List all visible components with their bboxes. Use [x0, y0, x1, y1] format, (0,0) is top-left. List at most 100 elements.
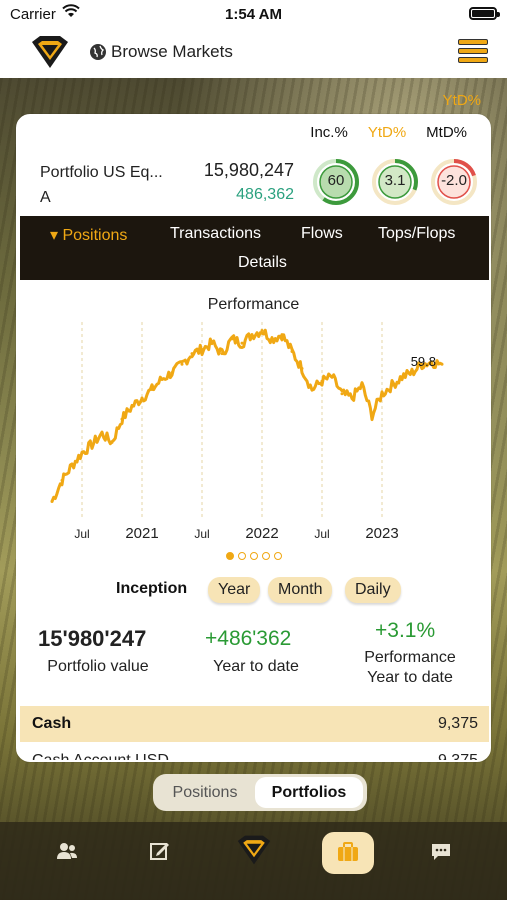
data-point [350, 396, 354, 400]
data-point [440, 362, 444, 366]
tab-positions[interactable]: ▾ Positions [50, 225, 127, 245]
tab-inception-pct[interactable]: Inc.% [300, 124, 358, 141]
summary-ytd-change: +486'362 [205, 627, 292, 650]
edit-icon[interactable] [150, 841, 170, 861]
app-logo-icon[interactable] [28, 32, 72, 72]
portfolio-card: Inc.% YtD% MtD% Portfolio US Eq... A 15,… [16, 114, 491, 762]
range-month[interactable]: Month [268, 577, 333, 603]
portfolio-value: 15,980,247 [203, 160, 294, 180]
tab-positions-label: Positions [62, 227, 128, 244]
status-bar: Carrier 1:54 AM [0, 0, 507, 30]
data-point [320, 379, 324, 383]
gauge-inception-value: 60 [327, 172, 345, 189]
x-tick-label: Jul [74, 527, 89, 541]
clock: 1:54 AM [225, 6, 282, 23]
data-point [220, 352, 224, 356]
pager-dot[interactable] [225, 552, 234, 560]
pager-dot[interactable] [249, 552, 258, 560]
tab-ytd-pct[interactable]: YtD% [358, 124, 416, 141]
segment-portfolios[interactable]: Portfolios [255, 777, 363, 808]
x-tick-label: 2022 [245, 525, 278, 542]
gauge-inception[interactable]: 60 [312, 158, 360, 206]
pager-dot[interactable] [273, 552, 282, 560]
data-point [400, 375, 404, 379]
data-point [80, 451, 84, 455]
summary-performance-label: Performance Year to date [340, 648, 480, 688]
people-icon[interactable] [56, 842, 78, 860]
data-point [310, 388, 314, 392]
home-logo-icon[interactable] [234, 832, 274, 868]
data-point [360, 383, 364, 387]
section-tabs: ▾ Positions Transactions Flows Tops/Flop… [20, 216, 489, 280]
tab-flows[interactable]: Flows [301, 225, 343, 243]
range-year[interactable]: Year [208, 577, 261, 603]
data-point [60, 478, 64, 482]
data-point [300, 366, 304, 370]
data-point [140, 396, 144, 400]
caret-down-icon: ▾ [50, 227, 59, 244]
battery-icon [469, 7, 500, 20]
gauge-mtd-value: -2.0 [441, 172, 467, 189]
globe-icon[interactable] [89, 43, 107, 61]
tab-portfolios-active[interactable] [322, 832, 374, 874]
data-point [410, 371, 414, 375]
range-daily[interactable]: Daily [345, 577, 401, 603]
summary-portfolio-value: 15'980'247 [38, 626, 147, 651]
portfolio-name[interactable]: Portfolio US Eq... A [40, 160, 190, 210]
data-point [340, 392, 344, 396]
tab-details[interactable]: Details [238, 254, 287, 272]
data-point [50, 499, 54, 503]
chart-pager [18, 552, 489, 560]
last-value-label: 59.8 [411, 354, 436, 369]
summary-performance-label-line2: Year to date [367, 669, 453, 686]
chat-icon[interactable] [430, 842, 452, 862]
pager-dot[interactable] [237, 552, 246, 560]
gauge-mtd[interactable]: -2.0 [430, 158, 478, 206]
browse-markets-link[interactable]: Browse Markets [111, 42, 233, 62]
performance-chart[interactable]: Jul 2021 Jul 2022 Jul 2023 59.8 [32, 312, 482, 548]
positions-portfolios-toggle: Positions Portfolios [153, 774, 367, 811]
bottom-tab-bar [0, 822, 507, 900]
row-label: Cash [32, 715, 72, 732]
data-point [110, 440, 114, 444]
data-point [130, 404, 134, 408]
gauge-ytd-value: 3.1 [384, 172, 406, 189]
data-point [230, 337, 234, 341]
summary-portfolio-value-label: Portfolio value [47, 658, 149, 675]
data-point [150, 388, 154, 392]
pager-dot[interactable] [261, 552, 270, 560]
data-point [200, 347, 204, 351]
period-tabs: Inc.% YtD% MtD% [300, 124, 477, 141]
data-point [90, 442, 94, 446]
portfolio-name-line1: Portfolio US Eq... [40, 164, 163, 181]
data-point [370, 413, 374, 417]
data-point [260, 328, 264, 332]
data-point [190, 352, 194, 356]
x-tick-label: Jul [194, 527, 209, 541]
briefcase-icon [338, 842, 358, 861]
data-point [330, 375, 334, 379]
x-tick-label: 2021 [125, 525, 158, 542]
menu-icon[interactable] [458, 39, 488, 67]
data-point [270, 337, 274, 341]
data-point [70, 464, 74, 468]
row-value: 9,375 [437, 715, 478, 732]
period-indicator: YtD% [442, 92, 481, 109]
data-point [290, 350, 294, 354]
tab-transactions[interactable]: Transactions [170, 225, 261, 243]
data-point [210, 341, 214, 345]
tab-tops-flops[interactable]: Tops/Flops [378, 225, 455, 243]
portfolio-name-line2: A [40, 189, 51, 206]
portfolio-change: 486,362 [236, 186, 294, 203]
range-inception[interactable]: Inception [116, 580, 187, 598]
table-row[interactable]: Cash 9,375 [20, 706, 489, 742]
top-nav: Browse Markets [0, 30, 507, 78]
data-point [240, 341, 244, 345]
x-tick-label: 2023 [365, 525, 398, 542]
gauge-ytd[interactable]: 3.1 [371, 158, 419, 206]
tab-mtd-pct[interactable]: MtD% [416, 124, 477, 141]
table-row[interactable]: Cash Account USD 9,375 [20, 746, 489, 760]
segment-positions[interactable]: Positions [157, 777, 253, 808]
summary-ytd-label: Year to date [213, 658, 299, 675]
data-point [380, 392, 384, 396]
